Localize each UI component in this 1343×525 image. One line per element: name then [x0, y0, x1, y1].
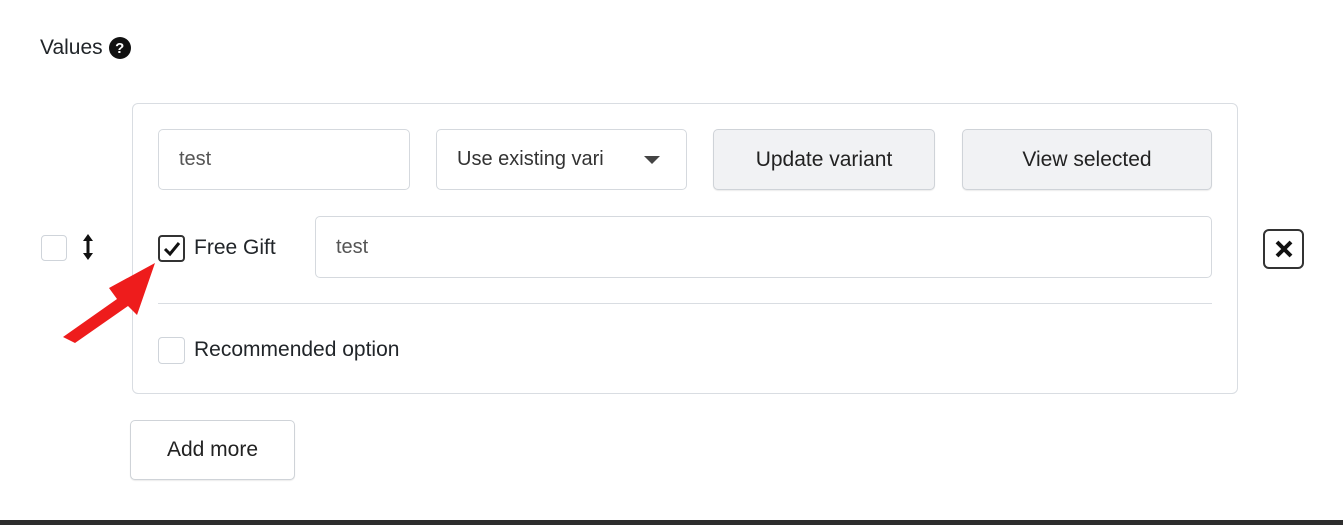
divider: [158, 303, 1212, 304]
section-header: Values ?: [40, 36, 131, 60]
recommended-option-label: Recommended option: [194, 338, 400, 361]
checkmark-icon: [163, 241, 180, 256]
value-name-text: test: [179, 148, 212, 170]
free-gift-input[interactable]: test: [315, 216, 1212, 278]
value-name-input[interactable]: test: [158, 129, 410, 190]
chevron-down-icon: [644, 155, 660, 164]
close-icon: [1275, 240, 1292, 258]
view-selected-button[interactable]: View selected: [962, 129, 1212, 190]
question-circle-icon[interactable]: ?: [108, 37, 131, 59]
section-title: Values: [40, 36, 103, 59]
add-more-button[interactable]: Add more: [130, 420, 295, 480]
free-gift-input-text: test: [336, 235, 369, 258]
update-variant-button[interactable]: Update variant: [713, 129, 935, 190]
red-arrow-annotation: [63, 263, 155, 343]
bottom-border: [0, 520, 1343, 525]
variant-select-value: Use existing vari: [457, 148, 604, 170]
variant-select[interactable]: Use existing vari: [436, 129, 687, 190]
update-variant-label: Update variant: [755, 147, 893, 171]
view-selected-label: View selected: [1022, 147, 1152, 171]
add-more-label: Add more: [166, 438, 259, 461]
free-gift-label: Free Gift: [194, 236, 276, 259]
remove-value-button[interactable]: [1263, 229, 1304, 269]
